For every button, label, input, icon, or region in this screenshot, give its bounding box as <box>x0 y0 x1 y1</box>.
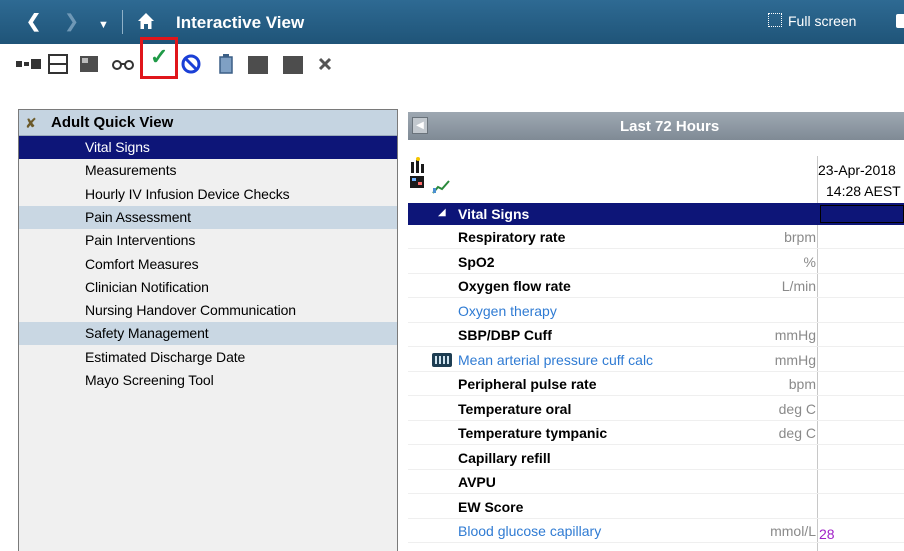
band-item-label: Safety Management <box>85 325 209 342</box>
flowsheet-row[interactable]: Oxygen therapy <box>408 299 904 323</box>
flowsheet-row[interactable]: Respiratory rate brpm <box>408 225 904 249</box>
row-label: EW Score <box>458 498 524 515</box>
band-item-label: Pain Assessment <box>85 208 191 225</box>
row-value-cell[interactable]: 28 <box>819 526 835 542</box>
band-item-label: Nursing Handover Communication <box>85 302 296 319</box>
back-arrow-icon[interactable]: ❮ <box>26 10 41 32</box>
time-range-label[interactable]: Last 72 Hours <box>620 118 719 135</box>
band-item-label: Vital Signs <box>85 139 150 155</box>
column-time[interactable]: 14:28 AEST <box>826 183 901 199</box>
calculator-icon <box>432 352 452 367</box>
row-unit: deg C <box>778 425 816 441</box>
section-label: Vital Signs <box>458 206 530 222</box>
flowsheet-row[interactable]: Blood glucose capillary mmol/L 28 <box>408 519 904 543</box>
insert-icon[interactable] <box>16 58 42 70</box>
band-navigator: ✘ Adult Quick View Vital Signs Measuremen… <box>18 109 398 551</box>
row-unit: mmHg <box>774 351 816 368</box>
band-item[interactable]: Vital Signs <box>19 136 397 159</box>
row-unit: deg C <box>778 400 816 417</box>
navigator-title: Adult Quick View <box>51 114 174 131</box>
band-item-label: Clinician Notification <box>85 278 209 295</box>
panel-icon[interactable] <box>80 56 98 72</box>
navigator-header[interactable]: ✘ Adult Quick View <box>19 110 397 136</box>
chart-graph-icon[interactable] <box>432 178 450 194</box>
section-row-vital-signs[interactable]: ◢ Vital Signs <box>408 203 904 225</box>
band-item-label: Comfort Measures <box>85 255 199 272</box>
row-label: SBP/DBP Cuff <box>458 327 552 343</box>
title-separator <box>122 10 123 34</box>
row-label: Capillary refill <box>458 449 551 466</box>
band-item-label: Hourly IV Infusion Device Checks <box>85 185 290 202</box>
band-item-label: Measurements <box>85 162 177 179</box>
column-date[interactable]: 23-Apr-2018 <box>818 162 896 178</box>
selected-cell[interactable] <box>820 205 904 223</box>
sign-checkmark-icon[interactable]: ✓ <box>150 46 168 68</box>
full-screen-icon[interactable] <box>768 13 782 27</box>
row-label: Oxygen therapy <box>458 302 557 319</box>
flowsheet-row[interactable]: Peripheral pulse rate bpm <box>408 372 904 396</box>
band-item[interactable]: Clinician Notification <box>19 275 397 299</box>
quick-view-icon: ✘ <box>25 115 37 131</box>
results-new-icon[interactable] <box>410 157 426 173</box>
band-item-label: Estimated Discharge Date <box>85 348 246 365</box>
row-label: SpO2 <box>458 253 495 270</box>
folder-icon[interactable] <box>248 56 268 74</box>
history-dropdown-icon[interactable]: ▼ <box>98 14 109 36</box>
band-item[interactable]: Pain Assessment <box>19 205 397 229</box>
flowsheet-row[interactable]: Oxygen flow rate L/min <box>408 274 904 298</box>
band-item[interactable]: Safety Management <box>19 322 397 346</box>
range-scroll-left-icon[interactable]: ◀ <box>412 117 428 134</box>
flowsheet-row[interactable]: Temperature tympanic deg C <box>408 421 904 445</box>
flowsheet-row[interactable]: Temperature oral deg C <box>408 397 904 421</box>
band-item[interactable]: Comfort Measures <box>19 252 397 276</box>
layout-icon[interactable] <box>48 54 68 74</box>
title-bar: ❮ ❯ ▼ Interactive View Full screen <box>0 0 904 44</box>
forward-arrow-icon[interactable]: ❯ <box>64 10 79 32</box>
band-item[interactable]: Pain Interventions <box>19 229 397 253</box>
row-unit: L/min <box>781 278 816 294</box>
row-unit: % <box>803 253 816 270</box>
flowsheet-row[interactable]: Capillary refill <box>408 446 904 470</box>
collapse-caret-icon[interactable]: ◢ <box>438 207 446 218</box>
glasses-icon[interactable] <box>112 58 134 70</box>
band-item[interactable]: Hourly IV Infusion Device Checks <box>19 182 397 206</box>
row-label: Oxygen flow rate <box>458 278 571 294</box>
time-range-bar: ◀ Last 72 Hours <box>408 112 904 140</box>
page-title: Interactive View <box>176 13 305 32</box>
row-label: Respiratory rate <box>458 229 566 245</box>
row-label: Peripheral pulse rate <box>458 376 597 392</box>
close-x-icon[interactable] <box>318 57 332 71</box>
no-entry-icon[interactable] <box>181 54 201 74</box>
row-label: Temperature tympanic <box>458 425 608 441</box>
print-icon[interactable] <box>896 14 904 28</box>
row-label: AVPU <box>458 474 496 490</box>
row-unit: mmHg <box>774 327 816 343</box>
full-screen-button[interactable]: Full screen <box>788 13 856 29</box>
folder-dark-icon[interactable] <box>283 56 303 74</box>
row-label: Mean arterial pressure cuff calc <box>458 351 654 368</box>
flowsheet: ◀ Last 72 Hours 23-Apr-2018 14:28 AEST ◢… <box>408 104 904 551</box>
band-item-label: Mayo Screening Tool <box>85 372 214 388</box>
home-icon[interactable] <box>137 12 155 30</box>
band-item[interactable]: Mayo Screening Tool <box>19 369 397 392</box>
trash-icon[interactable] <box>218 54 234 74</box>
band-item[interactable]: Measurements <box>19 159 397 183</box>
row-unit: mmol/L <box>770 523 816 539</box>
results-edit-icon[interactable] <box>410 176 426 192</box>
flowsheet-row[interactable]: AVPU <box>408 470 904 494</box>
flowsheet-row[interactable]: SpO2% <box>408 250 904 274</box>
flowsheet-row[interactable]: EW Score <box>408 495 904 519</box>
toolbar <box>0 44 904 94</box>
flowsheet-row[interactable]: SBP/DBP Cuff mmHg <box>408 323 904 347</box>
row-label: Blood glucose capillary <box>458 523 602 539</box>
band-item-label: Pain Interventions <box>85 232 196 249</box>
row-unit: bpm <box>788 376 816 392</box>
row-unit: brpm <box>784 229 816 245</box>
band-item[interactable]: Nursing Handover Communication <box>19 299 397 323</box>
band-item[interactable]: Estimated Discharge Date <box>19 345 397 369</box>
flowsheet-row[interactable]: Mean arterial pressure cuff calc mmHg <box>408 348 904 372</box>
row-label: Temperature oral <box>458 400 572 417</box>
